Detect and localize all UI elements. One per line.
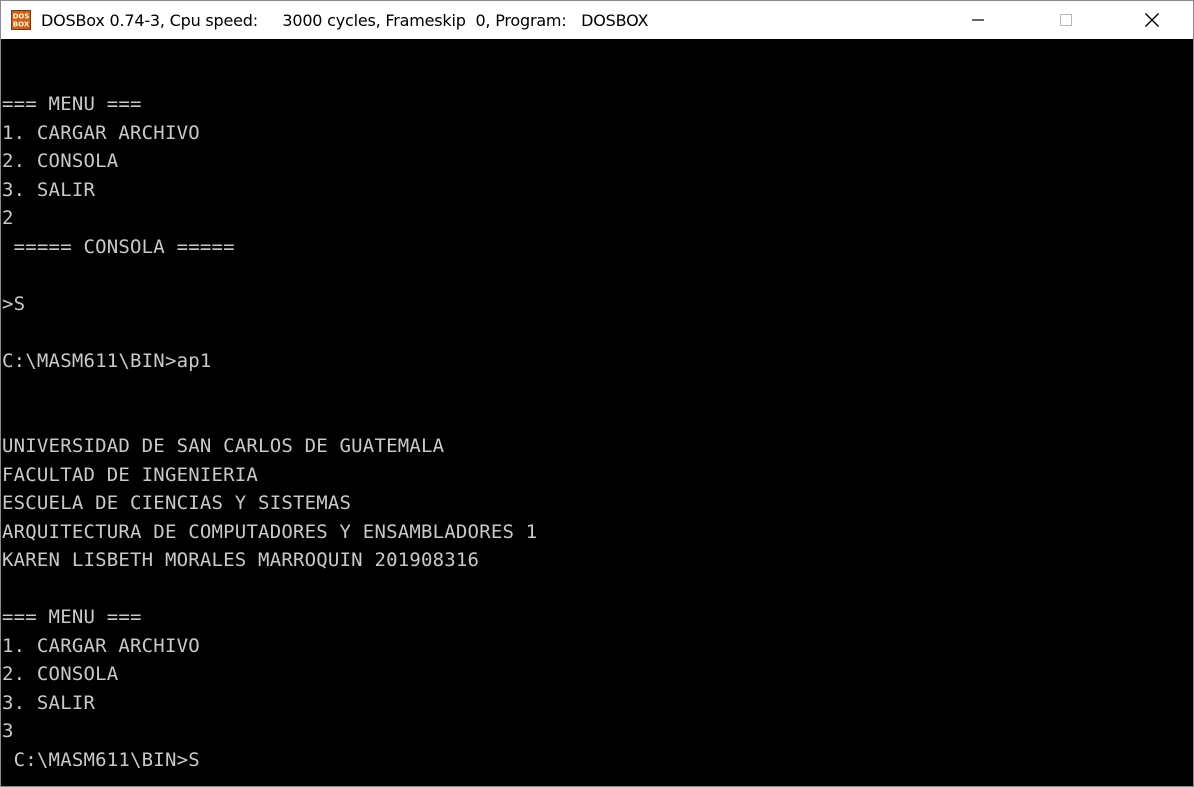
terminal-line: C:\MASM611\BIN>S (2, 748, 200, 771)
terminal-line: 3. SALIR (2, 178, 96, 201)
terminal-line: 2. CONSOLA (2, 663, 119, 685)
terminal-line: >S (2, 292, 26, 315)
terminal-line: 1. CARGAR ARCHIVO (2, 121, 200, 144)
terminal-line: KAREN LISBETH MORALES MARROQUIN 20190831… (2, 549, 480, 571)
close-button[interactable] (1129, 1, 1175, 38)
terminal-line: ARQUITECTURA DE COMPUTADORES Y ENSAMBLAD… (2, 520, 538, 543)
maximize-button[interactable] (1043, 1, 1089, 38)
terminal-line: 2. CONSOLA (2, 150, 119, 172)
terminal-line: 1. CARGAR ARCHIVO (2, 634, 200, 657)
terminal-line: 2 (2, 207, 14, 229)
minimize-button[interactable] (955, 1, 1001, 38)
terminal-line: ESCUELA DE CIENCIAS Y SISTEMAS (2, 492, 352, 514)
terminal-line: UNIVERSIDAD DE SAN CARLOS DE GUATEMALA (2, 435, 445, 457)
svg-text:DOS: DOS (13, 13, 30, 21)
terminal-line: === MENU === (2, 606, 142, 628)
terminal-line: C:\MASM611\BIN>ap1 (2, 349, 212, 372)
dos-terminal-screen[interactable]: === MENU === 1. CARGAR ARCHIVO 2. CONSOLA 3… (1, 39, 1193, 786)
minimize-icon (972, 18, 984, 21)
terminal-output: === MENU === 1. CARGAR ARCHIVO 2. CONSOLA 3… (1, 90, 537, 774)
close-icon (1145, 12, 1159, 27)
maximize-icon (1060, 13, 1072, 26)
terminal-line: FACULTAD DE INGENIERIA (2, 463, 259, 486)
terminal-line: === MENU === (2, 93, 142, 115)
terminal-line: ===== CONSOLA ===== (2, 235, 235, 258)
dosbox-icon: DOS BOX (11, 10, 31, 30)
terminal-line: 3. SALIR (2, 691, 96, 714)
window-title: DOSBox 0.74-3, Cpu speed: 3000 cycles, F… (41, 10, 649, 30)
title-bar[interactable]: DOS BOX DOSBox 0.74-3, Cpu speed: 3000 c… (1, 1, 1193, 39)
terminal-line: 3 (2, 720, 14, 742)
dosbox-window: DOS BOX DOSBox 0.74-3, Cpu speed: 3000 c… (0, 0, 1194, 787)
svg-text:BOX: BOX (13, 21, 30, 29)
